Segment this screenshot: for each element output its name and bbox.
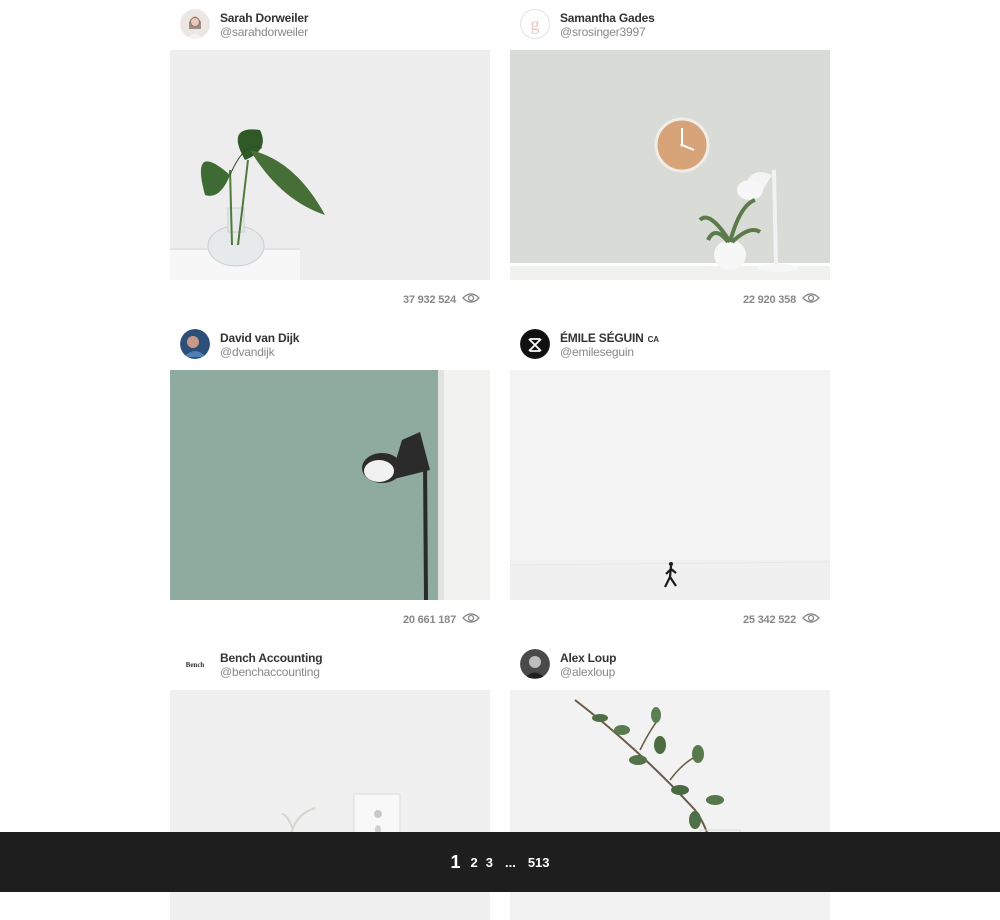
author-handle[interactable]: @dvandijk	[220, 345, 275, 359]
photo-card: Bench Bench Accounting @benchaccounting	[170, 640, 490, 920]
author-name[interactable]: David van Dijk	[220, 331, 299, 345]
avatar[interactable]: g	[520, 9, 550, 39]
card-header: g Samantha Gades @srosinger3997	[510, 0, 830, 40]
card-header: Bench Bench Accounting @benchaccounting	[170, 640, 490, 680]
avatar[interactable]: Bench	[180, 649, 210, 679]
svg-text:g: g	[531, 14, 540, 34]
card-header: Alex Loup @alexloup	[510, 640, 830, 680]
photo-floor-lamp[interactable]	[170, 370, 490, 600]
card-header: ÉMILE SÉGUIN CA @emileseguin	[510, 320, 830, 360]
photo-monstera-vase[interactable]	[170, 50, 490, 280]
view-count: 37 932 524	[403, 293, 480, 307]
page-link-3[interactable]: 3	[486, 855, 493, 870]
author-name[interactable]: Samantha Gades	[560, 11, 655, 25]
author-handle[interactable]: @sarahdorweiler	[220, 25, 308, 39]
views-number: 20 661 187	[402, 614, 456, 626]
avatar[interactable]	[180, 9, 210, 39]
photo-card: Alex Loup @alexloup	[510, 640, 830, 920]
country-badge: CA	[647, 335, 659, 344]
pagination-bar: 1 2 3 ... 513	[0, 832, 1000, 892]
view-count: 22 920 358	[743, 293, 820, 307]
eye-icon	[802, 291, 820, 309]
author-name[interactable]: Sarah Dorweiler	[220, 11, 309, 25]
views-number: 37 932 524	[402, 294, 456, 306]
avatar-logo-text: Bench	[186, 661, 205, 669]
page-ellipsis: ...	[504, 854, 516, 870]
page-link-last[interactable]: 513	[528, 855, 550, 870]
photo-card: Sarah Dorweiler @sarahdorweiler 37 932 5…	[170, 0, 490, 306]
eye-icon	[462, 611, 480, 629]
views-number: 25 342 522	[742, 614, 796, 626]
photo-card: g Samantha Gades @srosinger3997 22 920 3…	[510, 0, 830, 306]
avatar[interactable]	[180, 329, 210, 359]
views-number: 22 920 358	[742, 294, 796, 306]
card-header: Sarah Dorweiler @sarahdorweiler	[170, 0, 490, 40]
author-name[interactable]: ÉMILE SÉGUIN CA	[560, 331, 659, 345]
author-handle[interactable]: @srosinger3997	[560, 25, 646, 39]
eye-icon	[802, 611, 820, 629]
page-current[interactable]: 1	[450, 852, 460, 873]
eye-icon	[462, 291, 480, 309]
view-count: 25 342 522	[743, 613, 820, 627]
page-link-2[interactable]: 2	[471, 855, 478, 870]
photo-card: ÉMILE SÉGUIN CA @emileseguin 25 342 522	[510, 320, 830, 626]
view-count: 20 661 187	[403, 613, 480, 627]
author-name[interactable]: Bench Accounting	[220, 651, 323, 665]
author-handle[interactable]: @benchaccounting	[220, 665, 320, 679]
avatar[interactable]	[520, 649, 550, 679]
author-name[interactable]: Alex Loup	[560, 651, 616, 665]
avatar[interactable]	[520, 329, 550, 359]
author-handle[interactable]: @emileseguin	[560, 345, 634, 359]
photo-snow-walker[interactable]	[510, 370, 830, 600]
photo-card: David van Dijk @dvandijk 20 661 187	[170, 320, 490, 626]
card-header: David van Dijk @dvandijk	[170, 320, 490, 360]
photo-clock-lamp[interactable]	[510, 50, 830, 280]
author-handle[interactable]: @alexloup	[560, 665, 615, 679]
